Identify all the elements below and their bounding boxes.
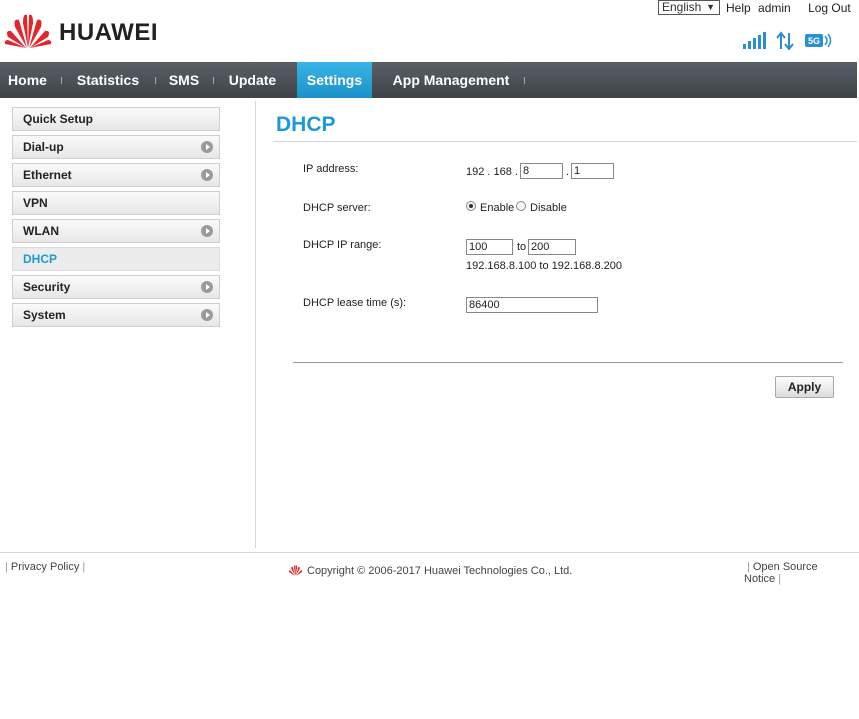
page-title: DHCP: [276, 113, 336, 136]
nav-statistics[interactable]: Statistics: [67, 62, 149, 98]
sidebar-item-system[interactable]: System: [12, 303, 220, 327]
5g-wifi-icon: 5G: [805, 33, 832, 48]
sidebar-item-label: DHCP: [23, 252, 58, 266]
chevron-right-icon: [201, 281, 213, 293]
language-select[interactable]: English ▼: [658, 0, 720, 15]
nav-home[interactable]: Home: [0, 62, 55, 98]
sidebar-item-wlan[interactable]: WLAN: [12, 219, 220, 243]
footer-divider: [0, 552, 859, 553]
header: HUAWEI English ▼ Help admin Log Out 5G: [0, 0, 859, 62]
lease-time-input[interactable]: 86400: [466, 297, 598, 313]
sidebar-item-label: Ethernet: [23, 168, 72, 182]
footer-right: | Open Source Notice |: [744, 561, 859, 585]
sidebar-item-vpn[interactable]: VPN: [12, 191, 220, 215]
dhcp-range-to-label: to: [517, 241, 527, 253]
dhcp-server-label: DHCP server:: [303, 202, 371, 214]
sidebar-item-dhcp[interactable]: DHCP: [12, 247, 220, 271]
copyright-text: Copyright © 2006-2017 Huawei Technologie…: [307, 565, 573, 577]
footer-pipe: |: [5, 561, 8, 573]
chevron-down-icon: ▼: [706, 2, 715, 12]
form-divider: [293, 362, 843, 363]
dhcp-disable-label: Disable: [530, 202, 567, 214]
sidebar-item-label: System: [23, 308, 66, 322]
ip-octet3-input[interactable]: 8: [520, 163, 563, 179]
sidebar-item-quick-setup[interactable]: Quick Setup: [12, 107, 220, 131]
logout-link[interactable]: Log Out: [808, 1, 851, 15]
footer-copyright: Copyright © 2006-2017 Huawei Technologie…: [288, 564, 572, 577]
chevron-right-icon: [201, 169, 213, 181]
ip-octet4-input[interactable]: 1: [571, 163, 614, 179]
main-nav: Home Statistics SMS Update Settings App …: [0, 62, 857, 98]
sidebar-item-dial-up[interactable]: Dial-up: [12, 135, 220, 159]
lease-time-label: DHCP lease time (s):: [303, 297, 407, 309]
huawei-small-logo-icon: [288, 565, 303, 576]
dhcp-range-end-input[interactable]: 200: [528, 239, 576, 255]
sidebar-item-label: Quick Setup: [23, 112, 94, 126]
privacy-policy-link[interactable]: Privacy Policy: [11, 561, 79, 573]
footer-pipe: |: [778, 573, 782, 585]
footer-pipe: |: [82, 561, 86, 573]
huawei-logo-icon: [4, 14, 52, 48]
chevron-right-icon: [201, 141, 213, 153]
nav-separator: [155, 77, 156, 84]
ip-address-label: IP address:: [303, 163, 359, 175]
sidebar-item-ethernet[interactable]: Ethernet: [12, 163, 220, 187]
sidebar-item-label: Dial-up: [23, 140, 64, 154]
language-value: English: [662, 0, 702, 14]
ip-address-prefix: 192 . 168 .: [466, 166, 518, 178]
dhcp-disable-radio[interactable]: [516, 201, 526, 211]
nav-settings[interactable]: Settings: [297, 62, 372, 98]
footer-left: | Privacy Policy |: [2, 561, 88, 573]
nav-update[interactable]: Update: [219, 62, 286, 98]
content-divider: [255, 101, 256, 548]
svg-text:5G: 5G: [808, 36, 820, 46]
chevron-right-icon: [201, 309, 213, 321]
title-divider: [273, 141, 857, 142]
apply-button[interactable]: Apply: [775, 376, 834, 398]
status-icons: 5G: [743, 31, 832, 51]
chevron-right-icon: [201, 225, 213, 237]
username-label: admin: [758, 1, 791, 15]
sidebar: Quick Setup Dial-up Ethernet VPN WLAN DH…: [12, 107, 220, 331]
sidebar-item-security[interactable]: Security: [12, 275, 220, 299]
signal-icon: [743, 32, 766, 49]
sidebar-item-label: VPN: [23, 196, 48, 210]
help-link[interactable]: Help: [726, 1, 751, 15]
top-links: Help admin Log Out: [726, 1, 855, 15]
sidebar-item-label: WLAN: [23, 224, 59, 238]
dhcp-range-summary: 192.168.8.100 to 192.168.8.200: [466, 260, 622, 272]
nav-separator: [213, 77, 214, 84]
nav-sms[interactable]: SMS: [161, 62, 207, 98]
nav-separator: [524, 77, 525, 84]
sidebar-item-label: Security: [23, 280, 71, 294]
dhcp-range-start-input[interactable]: 100: [466, 239, 513, 255]
dhcp-enable-radio[interactable]: [466, 201, 476, 211]
dhcp-range-label: DHCP IP range:: [303, 239, 382, 251]
nav-app-management[interactable]: App Management: [381, 62, 521, 98]
ip-address-dot: .: [566, 166, 570, 178]
footer-pipe: |: [747, 561, 750, 573]
nav-separator: [61, 77, 62, 84]
data-transfer-icon: [776, 31, 794, 51]
brand-name: HUAWEI: [59, 19, 158, 46]
dhcp-enable-label: Enable: [480, 202, 515, 214]
